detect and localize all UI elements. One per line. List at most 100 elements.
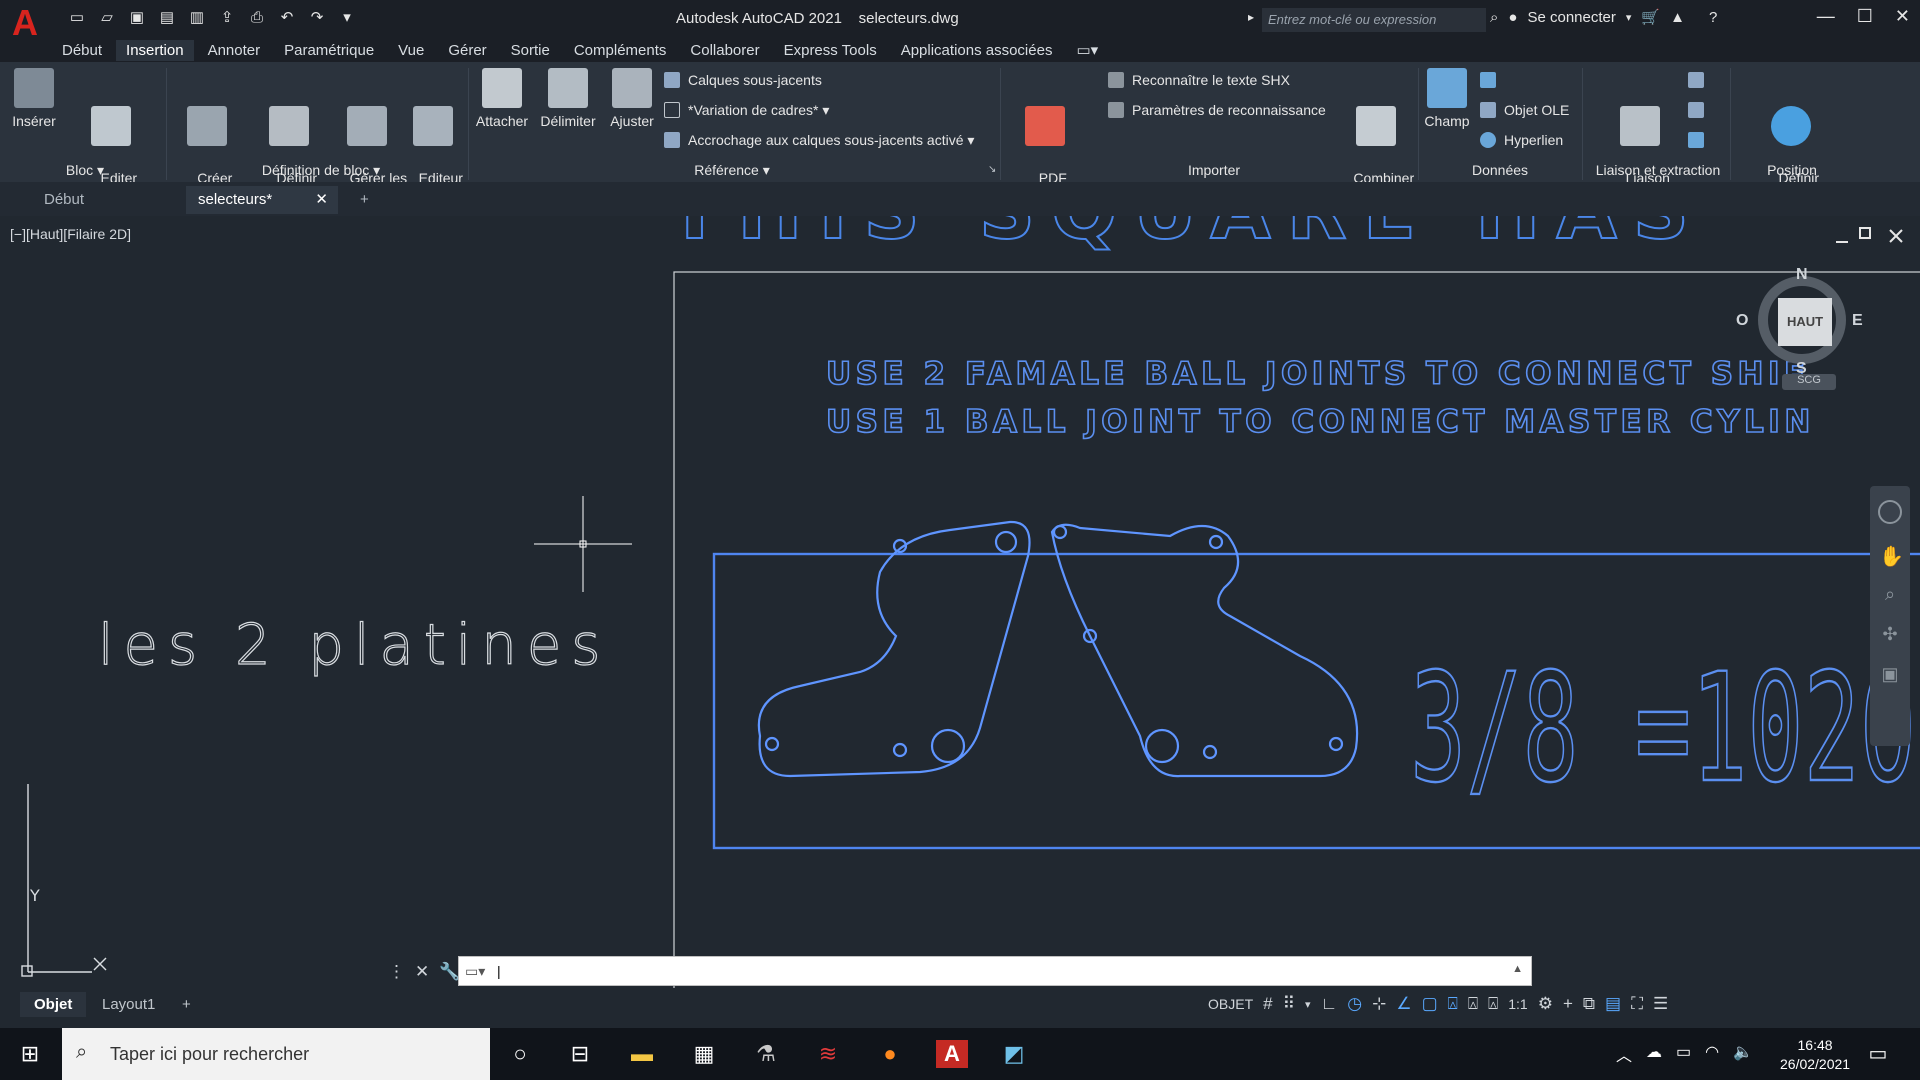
hardware-acceleration-icon[interactable]: ▤: [1605, 994, 1621, 1014]
steering-wheel-icon[interactable]: [1878, 500, 1902, 524]
new-file-icon[interactable]: ▭: [66, 8, 88, 28]
orbit-icon[interactable]: ✣: [1879, 624, 1901, 646]
cloud-save-icon[interactable]: ⇪: [216, 8, 238, 28]
ribbon-tab-3[interactable]: Paramétrique: [284, 40, 374, 61]
cart-icon[interactable]: 🛒: [1641, 8, 1660, 26]
viewcube-west[interactable]: O: [1736, 312, 1748, 330]
annotation-visibility-icon[interactable]: ⍓: [1448, 994, 1458, 1014]
ribbon-tab-1[interactable]: Insertion: [116, 39, 194, 61]
insert-block-button[interactable]: Insérer: [8, 68, 60, 131]
zoom-icon[interactable]: ⌕: [1879, 584, 1901, 606]
expand-search-icon[interactable]: ▸: [1248, 10, 1254, 24]
ribbon-tab-10[interactable]: Applications associées: [901, 40, 1053, 61]
viewcube-north[interactable]: N: [1796, 266, 1808, 284]
layout-tab-model[interactable]: Objet: [20, 992, 87, 1017]
adjust-button[interactable]: Ajuster: [604, 68, 660, 131]
viewcube[interactable]: HAUT N S E O SCG: [1736, 266, 1863, 390]
snap-mode-icon[interactable]: ⠿: [1283, 994, 1295, 1014]
publish-icon[interactable]: ▥: [186, 8, 208, 28]
viewcube-east[interactable]: E: [1852, 312, 1863, 330]
ortho-icon[interactable]: ∟: [1321, 994, 1338, 1014]
app-tablet-icon[interactable]: ◩: [998, 1040, 1030, 1068]
ribbon-tab-7[interactable]: Compléments: [574, 40, 667, 61]
panel-bloc-label[interactable]: Bloc ▾: [10, 162, 160, 179]
command-input[interactable]: ▭▾ | ▲: [458, 956, 1532, 986]
panel-position-label[interactable]: Position: [1732, 162, 1852, 178]
model-space-button[interactable]: OBJET: [1208, 996, 1253, 1012]
snap-underlays-dropdown[interactable]: Accrochage aux calques sous-jacents acti…: [664, 132, 974, 149]
command-close-icon[interactable]: ✕: [415, 962, 429, 982]
cortana-icon[interactable]: ○: [504, 1040, 536, 1068]
user-icon[interactable]: ●: [1508, 9, 1517, 26]
sign-in-dropdown-icon[interactable]: ▾: [1626, 11, 1632, 24]
redo-icon[interactable]: ↷: [306, 8, 328, 28]
file-explorer-icon[interactable]: ▬: [626, 1040, 658, 1068]
panel-reference-label[interactable]: Référence ▾: [472, 162, 992, 179]
ole-object-button[interactable]: Objet OLE: [1480, 102, 1569, 118]
minimize-icon[interactable]: —: [1817, 6, 1835, 27]
command-prompt-icon[interactable]: ▭▾: [465, 963, 485, 980]
isodraft-icon[interactable]: ⊹: [1372, 994, 1386, 1014]
tab-selecteurs[interactable]: selecteurs* ✕: [186, 186, 338, 214]
save-icon[interactable]: ▣: [126, 8, 148, 28]
snap-dropdown-icon[interactable]: ▾: [1305, 998, 1311, 1011]
drawing-canvas[interactable]: [−][Haut][Filaire 2D] THIS SQUARE HAS US…: [0, 216, 1920, 992]
customize-status-icon[interactable]: ☰: [1653, 994, 1668, 1014]
ucs-menu[interactable]: SCG: [1782, 374, 1836, 390]
panel-launcher-icon[interactable]: ↘: [988, 164, 996, 175]
recognition-settings-button[interactable]: Paramètres de reconnaissance: [1108, 102, 1326, 118]
extract-data-button[interactable]: [1688, 72, 1712, 88]
panel-importer-label[interactable]: Importer: [1010, 162, 1418, 178]
taskbar-search-input[interactable]: ⌕ Taper ici pour rechercher: [62, 1028, 490, 1080]
autocad-taskbar-icon[interactable]: A: [936, 1040, 968, 1068]
object-snap-tracking-icon[interactable]: ∠: [1396, 994, 1411, 1014]
autodesk-app-icon[interactable]: ▲: [1670, 9, 1685, 26]
frames-vary-dropdown[interactable]: *Variation de cadres* ▾: [664, 102, 829, 119]
onedrive-icon[interactable]: ☁: [1646, 1042, 1662, 1066]
ribbon-tab-0[interactable]: Début: [62, 40, 102, 61]
qat-dropdown-icon[interactable]: ▾: [336, 8, 358, 28]
undo-icon[interactable]: ↶: [276, 8, 298, 28]
object-snap-icon[interactable]: ▢: [1422, 994, 1438, 1014]
notifications-icon[interactable]: ▭: [1862, 1040, 1894, 1068]
hyperlink-button[interactable]: Hyperlien: [1480, 132, 1563, 148]
command-grip-icon[interactable]: ⋮: [388, 962, 405, 982]
taskbar-clock[interactable]: 16:48 26/02/2021: [1780, 1036, 1850, 1074]
polar-tracking-icon[interactable]: ◷: [1347, 994, 1362, 1014]
grid-icon[interactable]: #: [1263, 994, 1272, 1014]
ribbon-tab-4[interactable]: Vue: [398, 40, 424, 61]
help-search-input[interactable]: Entrez mot-clé ou expression: [1262, 8, 1486, 32]
layout-tab-layout1[interactable]: Layout1: [88, 992, 169, 1017]
sign-in-link[interactable]: Se connecter: [1527, 9, 1615, 26]
autocad-logo-icon[interactable]: A: [12, 5, 48, 41]
ribbon-tab-5[interactable]: Gérer: [448, 40, 486, 61]
maximize-icon[interactable]: ☐: [1857, 6, 1873, 27]
store-icon[interactable]: ▦: [688, 1040, 720, 1068]
add-layout-button[interactable]: +: [168, 992, 205, 1017]
clip-button[interactable]: Délimiter: [536, 68, 600, 131]
search-icon[interactable]: ⌕: [1490, 9, 1498, 26]
help-icon[interactable]: ?: [1709, 9, 1717, 26]
command-history-icon[interactable]: ▲: [1512, 963, 1523, 975]
close-tab-icon[interactable]: ✕: [315, 190, 328, 208]
panel-liaison-label[interactable]: Liaison et extraction: [1584, 162, 1732, 178]
ribbon-tab-8[interactable]: Collaborer: [690, 40, 759, 61]
annotation-monitor-icon[interactable]: +: [1563, 994, 1573, 1014]
app-stack-icon[interactable]: ≋: [812, 1040, 844, 1068]
battery-icon[interactable]: ▭: [1676, 1042, 1691, 1066]
ribbon-tab-2[interactable]: Annoter: [208, 40, 261, 61]
annotation-scale-icon[interactable]: ⍓: [1488, 994, 1498, 1014]
ribbon-options-icon[interactable]: ▭▾: [1076, 39, 1098, 61]
open-file-icon[interactable]: ▱: [96, 8, 118, 28]
firefox-icon[interactable]: ●: [874, 1040, 906, 1068]
recognize-shx-button[interactable]: Reconnaître le texte SHX: [1108, 72, 1290, 88]
save-as-icon[interactable]: ▤: [156, 8, 178, 28]
task-view-icon[interactable]: ⊟: [564, 1040, 596, 1068]
wifi-icon[interactable]: ◠: [1705, 1042, 1719, 1066]
volume-icon[interactable]: 🔈: [1733, 1042, 1753, 1066]
update-fields-button[interactable]: [1480, 72, 1504, 88]
windows-start-icon[interactable]: ⊞: [14, 1040, 46, 1068]
ribbon-tab-9[interactable]: Express Tools: [784, 40, 877, 61]
isolate-objects-icon[interactable]: ⧉: [1583, 994, 1595, 1014]
workspace-gear-icon[interactable]: ⚙: [1538, 994, 1553, 1014]
